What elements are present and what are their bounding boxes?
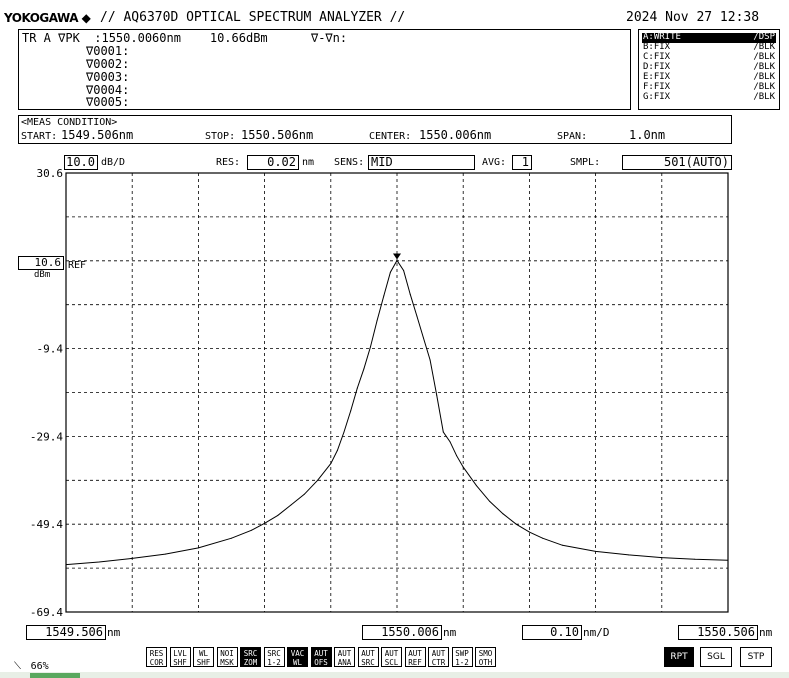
- trace-a-point: [456, 455, 458, 457]
- trace-a-point: [350, 410, 352, 412]
- softkey-aut-ctr[interactable]: AUT CTR: [428, 647, 449, 667]
- softkey-aut-ofs[interactable]: AUT OFS: [310, 647, 332, 667]
- start-wl-unit: nm: [107, 626, 121, 639]
- softkey-vac-wl[interactable]: VAC WL: [287, 647, 308, 667]
- softkey-aut-ana[interactable]: AUT ANA: [334, 647, 355, 667]
- taskbar-strip: [0, 672, 789, 678]
- softkey-aut-ref[interactable]: AUT REF: [404, 647, 426, 667]
- softkey-aut-scl[interactable]: AUT SCL: [381, 647, 402, 667]
- softkey-lvl-shf[interactable]: LVL SHF: [169, 647, 191, 667]
- trace-a-point: [542, 537, 544, 539]
- softkey-wl-shf[interactable]: WL SHF: [193, 647, 214, 667]
- trace-a-point: [449, 441, 451, 443]
- trace-a-point: [562, 544, 563, 546]
- trace-a-point: [164, 553, 166, 555]
- y-tick-label: -29.4: [30, 430, 63, 443]
- div-value[interactable]: 0.10: [522, 625, 582, 640]
- progress-icon: ⟍: [14, 661, 21, 672]
- trace-a-point: [409, 293, 411, 295]
- y-tick-label: -69.4: [30, 606, 63, 619]
- softkey-src-1-2[interactable]: SRC 1-2: [263, 647, 285, 667]
- ref-unit: dBm: [34, 270, 51, 280]
- trace-a-point: [376, 320, 378, 321]
- trace-a-point: [343, 431, 345, 433]
- trace-a-point: [250, 529, 252, 531]
- y-tick-label: -49.4: [30, 518, 63, 531]
- trace-a-point: [515, 523, 517, 525]
- center-wl-unit: nm: [443, 626, 457, 639]
- softkey-res-cor[interactable]: RES COR: [146, 647, 167, 667]
- trace-a-point: [528, 531, 530, 533]
- trace-a-point: [98, 561, 100, 563]
- chart-grid: [65, 172, 729, 613]
- start-wl-value[interactable]: 1549.506: [26, 625, 106, 640]
- y-tick-label: -9.4: [37, 343, 64, 356]
- trace-a-point: [694, 558, 696, 560]
- trace-a-point: [727, 559, 729, 561]
- div-unit: nm/D: [583, 626, 610, 639]
- taskbar-icon: [30, 673, 80, 678]
- trace-a-point: [317, 479, 319, 481]
- y-tick-label: 30.6: [37, 167, 64, 180]
- trace-a-point: [264, 522, 266, 524]
- bottom-axis: 1549.506 nm 1550.006 nm 0.10 nm/D 1550.5…: [0, 625, 789, 641]
- trace-a-point: [429, 359, 431, 361]
- softkey-swp-1-2[interactable]: SWP 1-2: [451, 647, 473, 667]
- trace-a-point: [628, 554, 630, 556]
- trace-a-point: [197, 547, 199, 549]
- trace-a-point: [277, 514, 279, 516]
- trace-a-point: [231, 537, 232, 539]
- ref-readout[interactable]: 10.6 dBm: [18, 256, 66, 282]
- y-tick-labels: 30.6 -9.4 -29.4 -49.4 -69.4: [30, 167, 63, 619]
- trace-a-point: [595, 550, 597, 552]
- trace-a-point: [383, 295, 385, 297]
- peak-marker-icon: [393, 253, 401, 260]
- ref-label: REF: [68, 260, 87, 271]
- trace-a-point: [131, 557, 133, 559]
- trace-a-point: [502, 513, 504, 515]
- trace-a-point: [489, 500, 491, 502]
- sgl-button[interactable]: SGL: [700, 647, 732, 667]
- peak-marker: [393, 253, 401, 260]
- trace-a-point: [423, 337, 424, 339]
- softkey-smo-oth[interactable]: SMO OTH: [475, 647, 496, 667]
- trace-a-point: [403, 270, 405, 271]
- trace-a-point: [442, 431, 444, 433]
- progress-percent: 66%: [30, 661, 49, 672]
- rpt-button[interactable]: RPT: [664, 647, 694, 667]
- trace-a-point: [65, 564, 67, 566]
- trace-a-point: [436, 394, 438, 396]
- trace-a-point: [303, 493, 305, 495]
- progress-status: ⟍ 66%: [14, 654, 49, 673]
- softkey-src-zom[interactable]: SRC ZOM: [240, 647, 261, 667]
- stp-button[interactable]: STP: [740, 647, 772, 667]
- spectrum-chart: 30.6 -9.4 -29.4 -49.4 -69.4: [30, 167, 729, 619]
- ref-value[interactable]: 10.6: [18, 256, 64, 270]
- trace-a-point: [396, 260, 398, 261]
- trace-a-point: [330, 463, 332, 465]
- softkey-noi-msk[interactable]: NOI MSK: [216, 647, 238, 667]
- trace-a-point: [356, 387, 358, 389]
- center-wl-value[interactable]: 1550.006: [362, 625, 442, 640]
- trace-a-point: [475, 485, 477, 487]
- trace-a-point: [363, 368, 365, 370]
- trace-a-point: [336, 449, 338, 451]
- trace-a-point: [389, 271, 391, 273]
- stop-wl-unit: nm: [759, 626, 773, 639]
- stop-wl-value[interactable]: 1550.506: [678, 625, 758, 640]
- trace-a-point: [290, 504, 292, 506]
- trace-a-point: [661, 557, 663, 559]
- softkey-aut-src[interactable]: AUT SRC: [357, 647, 379, 667]
- trace-a-point: [416, 315, 418, 317]
- trace-a-point: [370, 346, 371, 348]
- trace-a-point: [462, 466, 464, 468]
